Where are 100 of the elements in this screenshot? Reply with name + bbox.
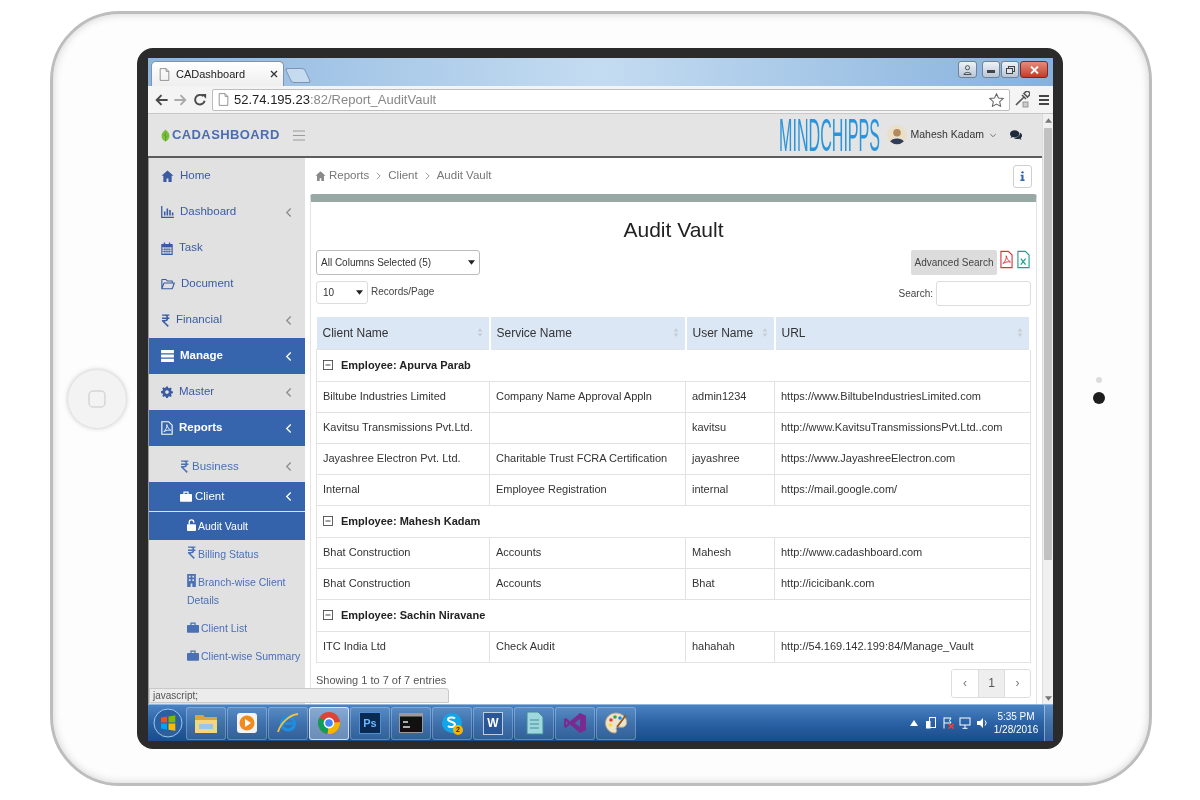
table-cell: Charitable Trust FCRA Certification: [489, 443, 686, 474]
briefcase-icon: [180, 491, 192, 502]
sidebar-item[interactable]: Client List: [149, 614, 305, 642]
column-header[interactable]: Service Name: [489, 317, 686, 349]
close-icon[interactable]: [270, 70, 278, 78]
taskbar-button[interactable]: [391, 706, 431, 740]
info-icon: [1020, 171, 1025, 181]
taskbar-button[interactable]: W: [473, 706, 513, 740]
taskbar-button[interactable]: [514, 706, 554, 740]
sidebar-item[interactable]: Business: [149, 452, 305, 481]
minus-box-icon[interactable]: [323, 610, 333, 620]
group-label: Employee: Apurva Parab: [341, 357, 471, 373]
sidebar-item[interactable]: Master: [149, 374, 305, 410]
logo-text[interactable]: CADASHBOARD: [172, 125, 280, 145]
padlock-icon: [187, 519, 196, 531]
sort-icon: [672, 327, 679, 339]
table-cell: https://www.JayashreeElectron.com: [774, 443, 1030, 474]
spreadsheet-export-icon[interactable]: [1017, 250, 1030, 269]
taskbar-button[interactable]: [596, 706, 636, 740]
taskbar-button[interactable]: Ps: [350, 706, 390, 740]
rupee-icon: [180, 460, 189, 473]
taskbar-button[interactable]: [309, 706, 349, 740]
address-field[interactable]: 52.74.195.23:82/Report_AuditVault: [212, 88, 1010, 111]
sidebar-item[interactable]: Task: [149, 230, 305, 266]
gear-icon: [161, 386, 173, 398]
column-header[interactable]: User Name: [685, 317, 775, 349]
speaker-icon[interactable]: [976, 717, 988, 729]
sidebar-item[interactable]: Client-wise Summary: [149, 642, 305, 670]
scroll-up-icon[interactable]: [1044, 118, 1052, 123]
user-name[interactable]: Mahesh Kadam: [910, 127, 984, 143]
taskbar-button[interactable]: [227, 706, 267, 740]
close-window-button[interactable]: [1020, 61, 1048, 78]
sidebar-item[interactable]: Financial: [149, 302, 305, 338]
sidebar-item[interactable]: Dashboard: [149, 194, 305, 230]
star-icon[interactable]: [989, 92, 1004, 107]
monitor-icon[interactable]: [959, 717, 971, 729]
taskbar-button[interactable]: [268, 706, 308, 740]
table-cell: Internal: [316, 474, 490, 505]
ribbon-logo-icon: [563, 711, 587, 735]
clock-time[interactable]: 5:35 PM: [997, 710, 1035, 723]
taskbar-button[interactable]: [186, 706, 226, 740]
breadcrumb-link[interactable]: Reports: [329, 167, 370, 185]
orbit-ring-icon: [276, 711, 300, 735]
scroll-down-icon[interactable]: [1044, 696, 1052, 701]
table-cell: Bhat Construction: [316, 568, 490, 599]
chevron-right-icon: [424, 172, 430, 180]
minus-box-icon[interactable]: [323, 360, 333, 370]
page-size-select[interactable]: 10: [316, 281, 368, 304]
eyedropper-icon[interactable]: [1014, 91, 1030, 108]
table-cell: Company Name Approval Appln: [489, 381, 686, 412]
page-link[interactable]: ›: [1004, 669, 1030, 697]
close-icon: [1029, 65, 1039, 74]
pdf-file-icon: [161, 421, 173, 435]
sidebar-item[interactable]: Branch-wise Client Details: [149, 568, 305, 614]
page-icon: [218, 93, 229, 106]
table-cell: Accounts: [489, 568, 686, 599]
chat-icon[interactable]: [1009, 129, 1023, 141]
browser-tab[interactable]: CADashboard: [151, 61, 284, 86]
info-button[interactable]: [1013, 164, 1032, 188]
caret-down-icon: [356, 290, 363, 295]
profile-button[interactable]: [958, 61, 977, 78]
search-field[interactable]: [936, 281, 1031, 306]
tray-expand-icon[interactable]: [910, 720, 918, 726]
table-cell: http://icicibank.com: [774, 568, 1030, 599]
flag-icon[interactable]: [942, 717, 954, 729]
show-desktop-button[interactable]: [1044, 705, 1053, 741]
table-cell: jayashree: [685, 443, 775, 474]
sidebar-item[interactable]: Manage: [149, 338, 305, 374]
clock-date[interactable]: 1/28/2016: [993, 723, 1039, 736]
table-cell: http://54.169.142.199:84/Manage_Vault: [774, 631, 1030, 662]
minimize-button[interactable]: [982, 61, 1000, 78]
minus-box-icon[interactable]: [323, 516, 333, 526]
maximize-button[interactable]: [1001, 61, 1019, 78]
sidebar-item[interactable]: Document: [149, 266, 305, 302]
sidebar-item[interactable]: Audit Vault: [149, 512, 305, 540]
column-header[interactable]: URL: [774, 317, 1030, 349]
page-icon: [159, 67, 170, 81]
reload-icon[interactable]: [193, 92, 207, 107]
page-link[interactable]: 1: [978, 669, 1004, 697]
column-header[interactable]: Client Name: [316, 317, 490, 349]
folder-icon: [194, 712, 218, 734]
sidebar-item[interactable]: Client: [149, 482, 305, 511]
start-button[interactable]: [151, 706, 185, 740]
menu-icon[interactable]: [1038, 93, 1050, 106]
breadcrumb-link[interactable]: Client: [388, 167, 418, 185]
home-icon[interactable]: [315, 171, 326, 181]
scrollbar-thumb[interactable]: [1044, 128, 1052, 560]
app-logo: W: [483, 711, 503, 735]
back-arrow-icon[interactable]: [154, 92, 169, 107]
sidebar-item[interactable]: Reports: [149, 410, 305, 446]
sidebar-item[interactable]: Billing Status: [149, 540, 305, 568]
pdf-export-icon[interactable]: [1000, 250, 1013, 269]
sidebar-item[interactable]: Home: [149, 158, 305, 194]
advanced-search-button[interactable]: Advanced Search: [911, 250, 997, 275]
play-icon: [237, 713, 257, 733]
columns-dropdown[interactable]: All Columns Selected (5): [316, 250, 480, 275]
table-cell: https://mail.google.com/: [774, 474, 1030, 505]
device-icon[interactable]: [925, 717, 937, 729]
taskbar-button[interactable]: [555, 706, 595, 740]
bar-chart-icon: [161, 206, 174, 218]
